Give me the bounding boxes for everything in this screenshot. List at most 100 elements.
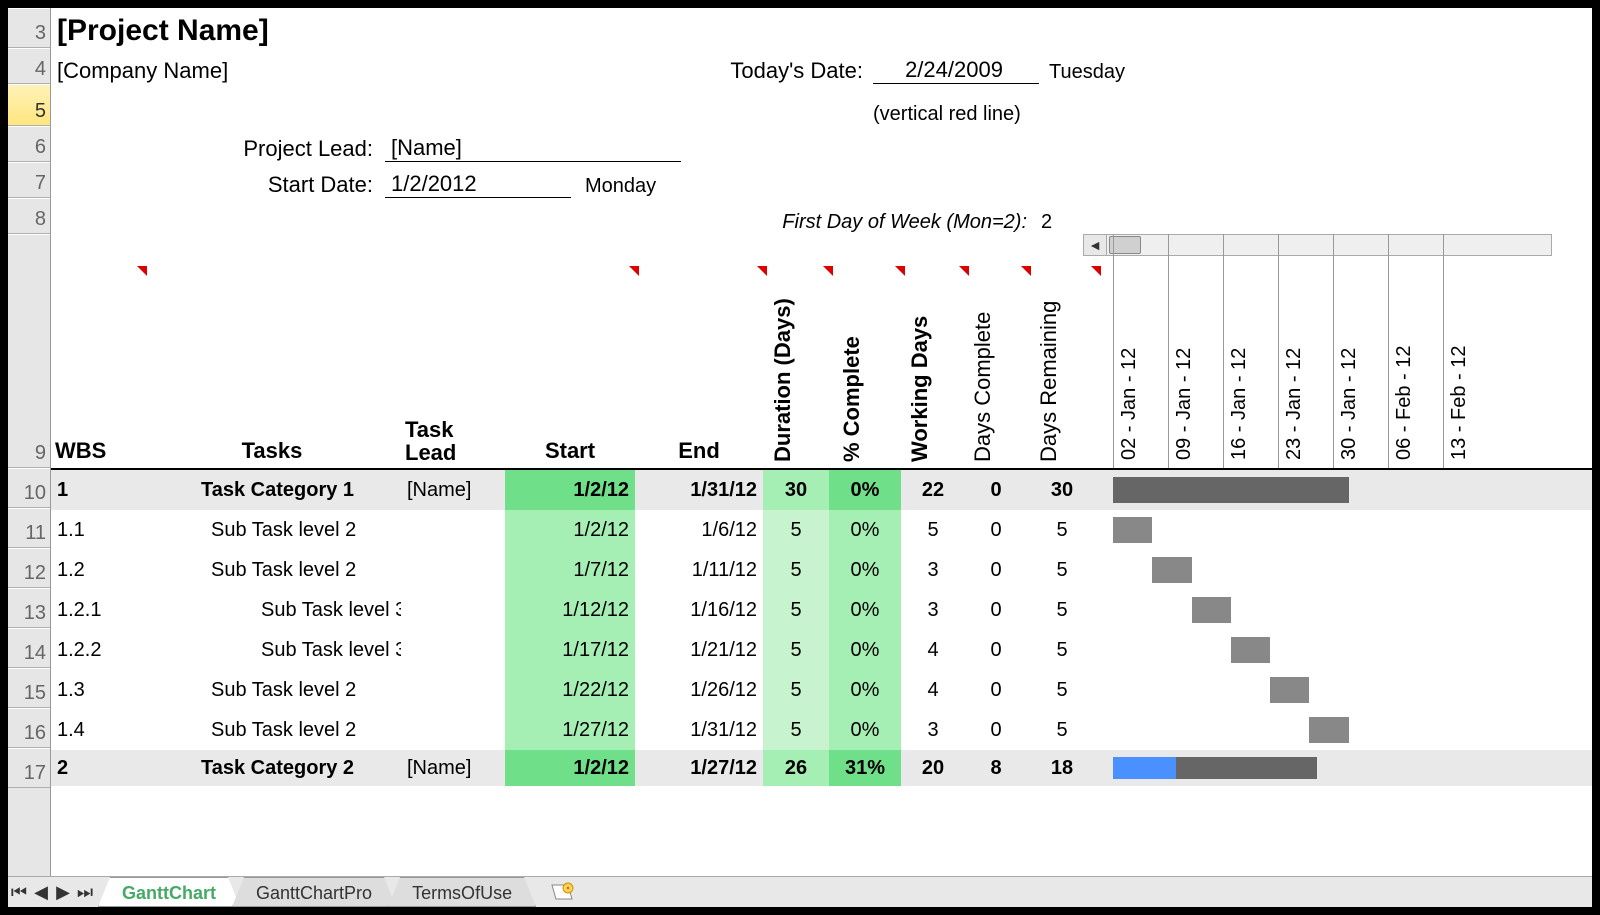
cell-days-complete[interactable]: 8: [965, 750, 1027, 786]
tab-nav-last-icon[interactable]: ⏭: [74, 881, 96, 903]
cell-days-remaining[interactable]: 5: [1027, 590, 1097, 630]
row-header[interactable]: 17: [8, 748, 50, 788]
table-row[interactable]: 1.2.2Sub Task level 31/17/121/21/1250%40…: [51, 630, 1592, 670]
tab-nav-first-icon[interactable]: ⏮: [8, 881, 30, 903]
cell-days-remaining[interactable]: 18: [1027, 750, 1097, 786]
cell-duration[interactable]: 5: [763, 630, 829, 670]
cell-working-days[interactable]: 3: [901, 550, 965, 590]
cell-gap[interactable]: [1097, 750, 1113, 786]
row-header[interactable]: 15: [8, 668, 50, 708]
cell-working-days[interactable]: 20: [901, 750, 965, 786]
sheet-content[interactable]: [Project Name] [Company Name] Today's Da…: [51, 8, 1592, 876]
cell-end-date[interactable]: 1/26/12: [635, 670, 763, 710]
col-header-days-remaining[interactable]: Days Remaining: [1036, 301, 1062, 462]
col-header-task-lead[interactable]: Task Lead: [401, 418, 505, 464]
cell-gap[interactable]: [1097, 710, 1113, 750]
cell-duration[interactable]: 5: [763, 710, 829, 750]
project-lead-value[interactable]: [Name]: [385, 135, 681, 162]
cell-pct-complete[interactable]: 0%: [829, 630, 901, 670]
tab-nav-next-icon[interactable]: ▶: [52, 881, 74, 903]
new-sheet-icon[interactable]: [548, 882, 574, 902]
cell-pct-complete[interactable]: 0%: [829, 510, 901, 550]
cell-gap[interactable]: [1097, 670, 1113, 710]
cell-days-remaining[interactable]: 5: [1027, 670, 1097, 710]
cell-pct-complete[interactable]: 0%: [829, 550, 901, 590]
cell-start-date[interactable]: 1/2/12: [505, 750, 635, 786]
gantt-week-header[interactable]: 06 - Feb - 12: [1393, 345, 1416, 460]
gantt-week-header[interactable]: 30 - Jan - 12: [1338, 348, 1361, 460]
cell-wbs[interactable]: 1.2.2: [51, 630, 143, 670]
cell-days-complete[interactable]: 0: [965, 590, 1027, 630]
company-name[interactable]: [Company Name]: [57, 58, 673, 84]
cell-start-date[interactable]: 1/2/12: [505, 510, 635, 550]
cell-task-name[interactable]: Sub Task level 2: [143, 710, 401, 750]
cell-task-name[interactable]: Task Category 1: [143, 470, 401, 510]
cell-duration[interactable]: 5: [763, 590, 829, 630]
cell-gap[interactable]: [1097, 590, 1113, 630]
gantt-bar[interactable]: [1152, 557, 1191, 583]
cell-days-complete[interactable]: 0: [965, 710, 1027, 750]
col-header-wbs[interactable]: WBS: [51, 438, 143, 464]
cell-wbs[interactable]: 2: [51, 750, 143, 786]
cell-end-date[interactable]: 1/31/12: [635, 710, 763, 750]
cell-days-complete[interactable]: 0: [965, 510, 1027, 550]
start-date-value[interactable]: 1/2/2012: [385, 171, 571, 198]
tab-nav-prev-icon[interactable]: ◀: [30, 881, 52, 903]
col-header-days-complete[interactable]: Days Complete: [970, 312, 996, 462]
cell-wbs[interactable]: 1.1: [51, 510, 143, 550]
cell-gap[interactable]: [1097, 470, 1113, 510]
cell-gap[interactable]: [1097, 550, 1113, 590]
gantt-week-header[interactable]: 16 - Jan - 12: [1228, 348, 1251, 460]
cell-end-date[interactable]: 1/6/12: [635, 510, 763, 550]
row-header[interactable]: 3: [8, 8, 50, 48]
cell-task-name[interactable]: Task Category 2: [143, 750, 401, 786]
row-header-selected[interactable]: 5: [8, 84, 50, 126]
cell-working-days[interactable]: 4: [901, 670, 965, 710]
row-header[interactable]: 7: [8, 162, 50, 198]
first-day-of-week-value[interactable]: 2: [1041, 211, 1052, 234]
row-header[interactable]: 6: [8, 126, 50, 162]
cell-task-lead[interactable]: [401, 550, 505, 590]
row-header[interactable]: 13: [8, 588, 50, 628]
cell-task-name[interactable]: Sub Task level 3: [143, 630, 401, 670]
cell-wbs[interactable]: 1.4: [51, 710, 143, 750]
sheet-tab-ganttchart[interactable]: GanttChart: [98, 877, 240, 907]
cell-end-date[interactable]: 1/11/12: [635, 550, 763, 590]
cell-days-remaining[interactable]: 5: [1027, 630, 1097, 670]
gantt-week-header[interactable]: 09 - Jan - 12: [1173, 348, 1196, 460]
gantt-bar-progress[interactable]: [1113, 757, 1176, 779]
cell-gap[interactable]: [1097, 510, 1113, 550]
cell-duration[interactable]: 5: [763, 670, 829, 710]
cell-task-lead[interactable]: [401, 510, 505, 550]
cell-end-date[interactable]: 1/27/12: [635, 750, 763, 786]
cell-pct-complete[interactable]: 0%: [829, 590, 901, 630]
cell-working-days[interactable]: 5: [901, 510, 965, 550]
col-header-end[interactable]: End: [678, 438, 720, 464]
cell-working-days[interactable]: 3: [901, 590, 965, 630]
project-title[interactable]: [Project Name]: [57, 14, 269, 48]
cell-start-date[interactable]: 1/2/12: [505, 470, 635, 510]
row-header[interactable]: 14: [8, 628, 50, 668]
gantt-bar[interactable]: [1113, 517, 1152, 543]
todays-date-value[interactable]: 2/24/2009: [873, 57, 1039, 84]
table-row[interactable]: 1.4Sub Task level 21/27/121/31/1250%305: [51, 710, 1592, 750]
cell-start-date[interactable]: 1/27/12: [505, 710, 635, 750]
table-row[interactable]: 2Task Category 2[Name]1/2/121/27/122631%…: [51, 750, 1592, 786]
row-header[interactable]: 11: [8, 508, 50, 548]
cell-working-days[interactable]: 22: [901, 470, 965, 510]
row-header[interactable]: 16: [8, 708, 50, 748]
row-header[interactable]: 8: [8, 198, 50, 234]
table-row[interactable]: 1.1Sub Task level 21/2/121/6/1250%505: [51, 510, 1592, 550]
table-row[interactable]: 1.2.1Sub Task level 31/12/121/16/1250%30…: [51, 590, 1592, 630]
cell-wbs[interactable]: 1.2.1: [51, 590, 143, 630]
cell-end-date[interactable]: 1/21/12: [635, 630, 763, 670]
cell-duration[interactable]: 30: [763, 470, 829, 510]
cell-task-lead[interactable]: [401, 590, 505, 630]
cell-start-date[interactable]: 1/22/12: [505, 670, 635, 710]
cell-start-date[interactable]: 1/12/12: [505, 590, 635, 630]
row-header[interactable]: 10: [8, 468, 50, 508]
cell-days-remaining[interactable]: 30: [1027, 470, 1097, 510]
cell-start-date[interactable]: 1/7/12: [505, 550, 635, 590]
col-header-duration[interactable]: Duration (Days): [770, 298, 796, 462]
gantt-week-header[interactable]: 23 - Jan - 12: [1283, 348, 1306, 460]
